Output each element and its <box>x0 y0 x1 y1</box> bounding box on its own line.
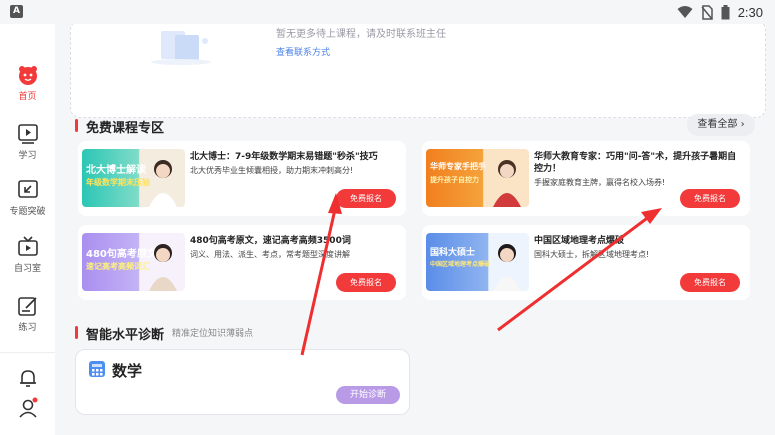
thumbnail-subtitle: 提升孩子自控力 <box>430 176 479 184</box>
free-courses-title: 免费课程专区 <box>75 117 164 136</box>
battery-icon <box>721 4 730 19</box>
thumbnail-subtitle: 年级数学期末压轴 <box>86 178 150 187</box>
sidebar-item-label: 专题突破 <box>9 207 46 217</box>
breakthrough-icon <box>17 180 38 198</box>
course-desc: 北大优秀毕业生倾囊相授，助力期末冲刺高分! <box>190 166 354 175</box>
start-diagnosis-button[interactable]: 开始诊断 <box>336 386 400 404</box>
course-card[interactable]: 480句高考原文 速记高考高频词汇 480句高考原文，速记高考高频3500词 词… <box>78 225 406 300</box>
sidebar-item-home[interactable]: 首页 <box>0 64 55 102</box>
calculator-icon <box>89 361 105 377</box>
course-title: 华师大教育专家：巧用"问-答"术，提升孩子暑期自控力！ <box>534 152 737 174</box>
profile-icon <box>18 397 37 418</box>
sidebar-item-study-room[interactable]: 自习室 <box>0 236 55 274</box>
edit-icon <box>17 297 37 316</box>
thumbnail-subtitle: 中国区域地理考点爆破 <box>430 261 491 268</box>
thumbnail-title: 北大博士解读 <box>86 165 146 176</box>
diagnosis-card[interactable]: 数学 开始诊断 <box>75 349 410 415</box>
thumbnail-title: 华师专家手把手 <box>430 162 486 171</box>
free-signup-button[interactable]: 免费报名 <box>680 189 740 208</box>
status-bar: A 2:30 <box>0 0 775 24</box>
thumbnail-subtitle: 速记高考高频词汇 <box>86 262 150 271</box>
course-thumbnail: 华师专家手把手 提升孩子自控力 <box>426 149 529 207</box>
teacher-photo <box>149 160 177 207</box>
diagnosis-title: 智能水平诊断 <box>75 324 164 343</box>
bell-button[interactable] <box>0 367 55 389</box>
bell-icon <box>19 370 36 387</box>
course-title: 北大博士：7-9年级数学期末易错题"秒杀"技巧 <box>190 152 378 162</box>
course-card[interactable]: 华师专家手把手 提升孩子自控力 华师大教育专家：巧用"问-答"术，提升孩子暑期自… <box>422 141 750 216</box>
pending-courses-card: 暂无更多待上课程，请及时联系班主任 查看联系方式 <box>70 24 766 118</box>
diagnosis-subtitle: 精准定位知识薄弱点 <box>172 329 254 339</box>
free-signup-button[interactable]: 免费报名 <box>336 273 396 292</box>
sidebar-item-breakthrough[interactable]: 专题突破 <box>0 179 55 217</box>
view-all-label: 查看全部 <box>697 119 738 130</box>
view-all-button[interactable]: 查看全部 › <box>687 114 755 136</box>
course-thumbnail: 国科大硕士 中国区域地理考点爆破 <box>426 233 529 291</box>
sidebar-item-label: 自习室 <box>13 264 41 274</box>
empty-books-illustration <box>151 31 211 65</box>
course-card[interactable]: 国科大硕士 中国区域地理考点爆破 中国区域地理考点爆破 国科大硕士，拆解区域地理… <box>422 225 750 300</box>
teacher-photo <box>493 160 521 207</box>
course-thumbnail: 北大博士解读 年级数学期末压轴 <box>82 149 185 207</box>
teacher-photo <box>149 244 177 291</box>
teacher-photo <box>493 244 521 291</box>
course-desc: 国科大硕士，拆解区域地理考点! <box>534 250 650 259</box>
no-sim-icon <box>701 4 713 20</box>
sidebar-item-label: 学习 <box>18 151 37 161</box>
home-face-icon <box>18 66 37 85</box>
clock: 2:30 <box>737 4 763 20</box>
sidebar-item-practice[interactable]: 练习 <box>0 295 55 333</box>
app-badge: A <box>10 5 23 18</box>
free-signup-button[interactable]: 免费报名 <box>336 189 396 208</box>
sidebar-divider <box>0 352 55 353</box>
course-thumbnail: 480句高考原文 速记高考高频词汇 <box>82 233 185 291</box>
contact-link[interactable]: 查看联系方式 <box>276 45 330 58</box>
subject-name: 数学 <box>112 362 143 380</box>
free-signup-button[interactable]: 免费报名 <box>680 273 740 292</box>
sidebar-item-label: 首页 <box>18 92 37 102</box>
thumbnail-title: 国科大硕士 <box>430 248 476 258</box>
course-card[interactable]: 北大博士解读 年级数学期末压轴 北大博士：7-9年级数学期末易错题"秒杀"技巧 … <box>78 141 406 216</box>
course-title: 中国区域地理考点爆破 <box>534 236 625 246</box>
main-content: 暂无更多待上课程，请及时联系班主任 查看联系方式 免费课程专区 查看全部 › 北… <box>55 24 775 435</box>
play-book-icon <box>17 124 38 144</box>
tv-icon <box>17 236 38 256</box>
sidebar-item-label: 练习 <box>18 323 37 333</box>
wifi-icon <box>677 6 693 18</box>
profile-button[interactable] <box>0 397 55 419</box>
pending-courses-message: 暂无更多待上课程，请及时联系班主任 <box>276 29 446 40</box>
course-desc: 手握家庭教育主牌，赢得名校入场券! <box>534 178 666 187</box>
sidebar-item-study[interactable]: 学习 <box>0 123 55 161</box>
sidebar: 首页 学习 专题突破 自习室 练习 <box>0 24 55 435</box>
course-desc: 词义、用法、派生、考点，常考题型深度讲解 <box>190 250 350 259</box>
course-title: 480句高考原文，速记高考高频3500词 <box>190 236 351 246</box>
